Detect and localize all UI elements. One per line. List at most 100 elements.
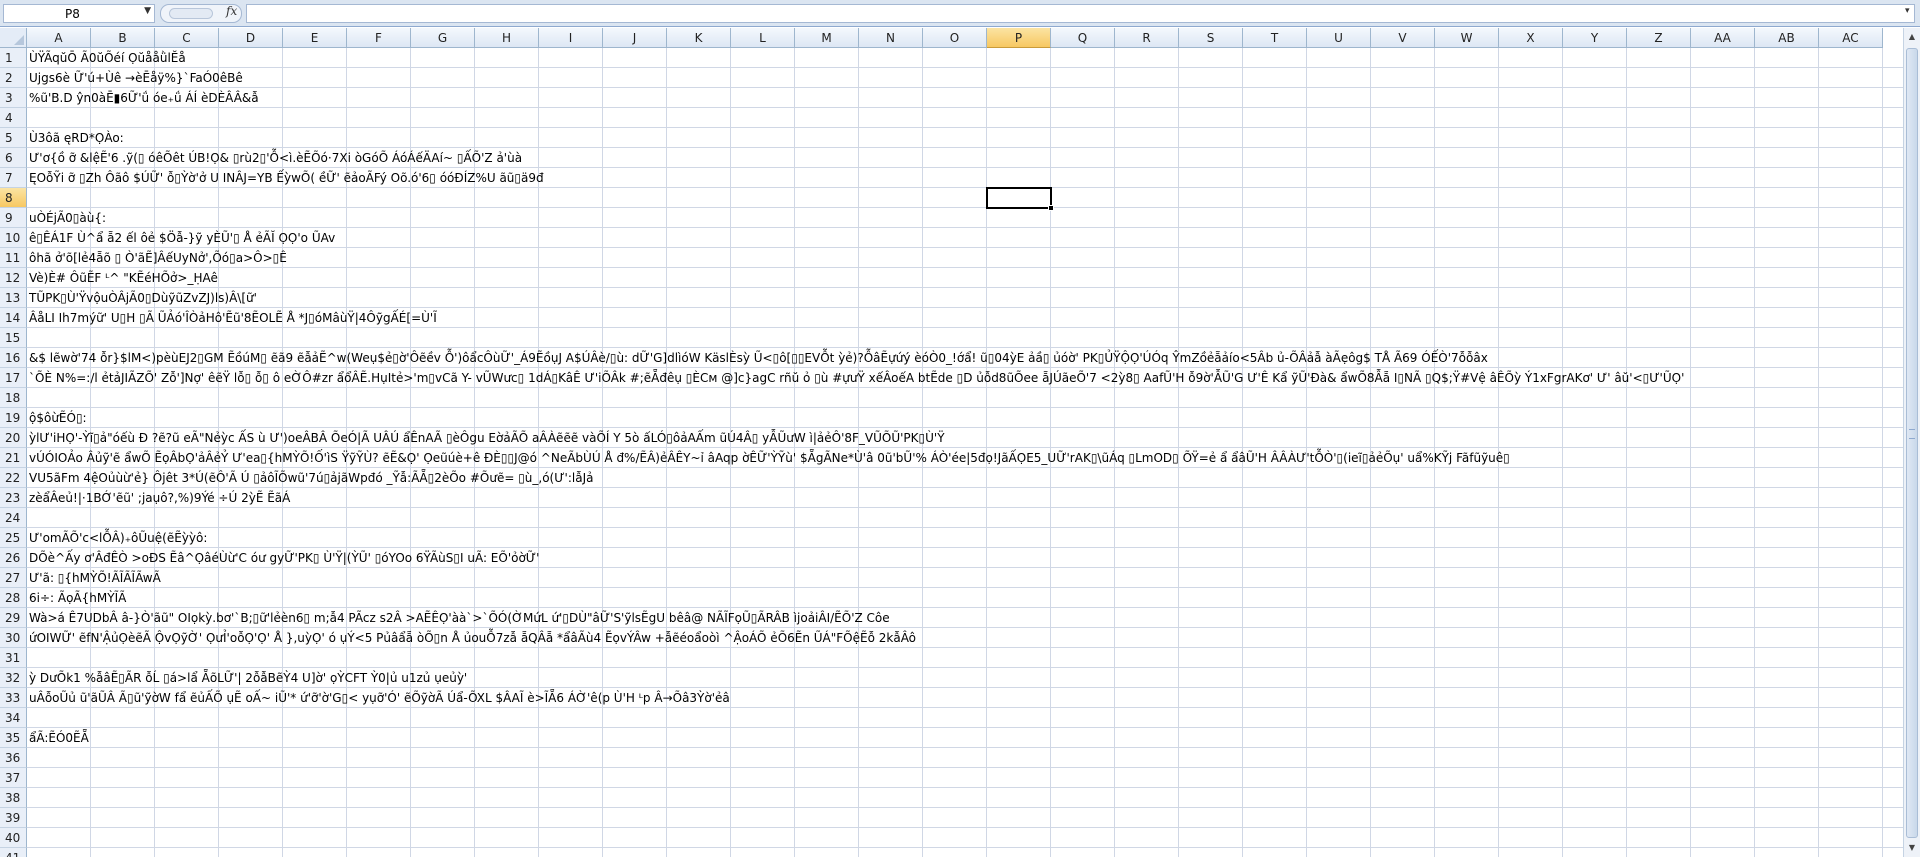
cell-a29[interactable]: Wà>á Ê7UDbÂ â-}Ò'ãũ" OIọkỳ.bơ'`B;▯ữ'lẻèn… [29, 608, 890, 628]
row-header-37[interactable]: 37 [0, 768, 27, 788]
column-header-ab[interactable]: AB [1755, 28, 1819, 48]
cell-a12[interactable]: Vè)È# ÔũẼF ᴸ^ "KẼéHÕở>_ḤAê [29, 268, 218, 288]
cell-a27[interactable]: Ư'ã: ▯{hMỲÕ!ÃĨÃĨÃwÃ [29, 568, 161, 588]
cell-a22[interactable]: VU5ãFm 4ệOủùừ'ẻ} Ôjêt 3*Ú(ẽÔ'Ã Ú ▯ảôĨÕwũ… [29, 468, 593, 488]
cell-a13[interactable]: TŨPK▯Ù'ŸvộuÒÂjÃ0▯DùỹũZvZJ)ls)Â\[ữ' [29, 288, 257, 308]
scroll-up-icon[interactable]: ▲ [1905, 30, 1919, 44]
column-header-j[interactable]: J [603, 28, 667, 48]
column-header-y[interactable]: Y [1563, 28, 1627, 48]
column-header-x[interactable]: X [1499, 28, 1563, 48]
row-header-1[interactable]: 1 [0, 48, 27, 68]
column-header-m[interactable]: M [795, 28, 859, 48]
cell-a2[interactable]: Ujgs6è Ữ'ú+Ùê →èĒåÿ%}`FaÓ0êBê [29, 68, 243, 88]
cell-a26[interactable]: DÕè^Ấy ơ'ÂđÊÒ >oĐS Ẽâ^ỌâéÙừ'C óư gyỮ'PK▯… [29, 548, 539, 568]
column-header-w[interactable]: W [1435, 28, 1499, 48]
cell-a17[interactable]: `ÕÈ N%=:/l ẻtảJIÃZÕ' Zỗ']Nợ' êẽŸ lỗ▯ ỗ▯ … [29, 368, 1684, 388]
row-header-23[interactable]: 23 [0, 488, 27, 508]
row-header-4[interactable]: 4 [0, 108, 27, 128]
cell-a19[interactable]: ộ$ôừẼÓ▯: [29, 408, 87, 428]
expand-formula-bar-icon[interactable]: ▾ [1905, 6, 1917, 16]
name-box[interactable]: P8 ▼ [3, 4, 155, 23]
row-header-2[interactable]: 2 [0, 68, 27, 88]
row-header-35[interactable]: 35 [0, 728, 27, 748]
row-header-40[interactable]: 40 [0, 828, 27, 848]
select-all-button[interactable] [0, 28, 27, 48]
row-header-31[interactable]: 31 [0, 648, 27, 668]
row-header-14[interactable]: 14 [0, 308, 27, 328]
row-header-32[interactable]: 32 [0, 668, 27, 688]
cell-area[interactable]: ÙŸÃqŭŌ Ã0ŭÕéí ỌŭååǜlĔå Ujgs6è Ữ'ú+Ùê →èĒå… [27, 48, 1903, 857]
column-header-b[interactable]: B [91, 28, 155, 48]
cell-a28[interactable]: 6i÷: ÃọÃ{hMỲĨÃ [29, 588, 126, 608]
column-header-n[interactable]: N [859, 28, 923, 48]
chevron-down-icon[interactable]: ▼ [144, 6, 151, 16]
row-header-9[interactable]: 9 [0, 208, 27, 228]
row-header-13[interactable]: 13 [0, 288, 27, 308]
row-header-15[interactable]: 15 [0, 328, 27, 348]
row-header-39[interactable]: 39 [0, 808, 27, 828]
column-header-h[interactable]: H [475, 28, 539, 48]
formula-input[interactable] [246, 4, 1915, 23]
column-header-l[interactable]: L [731, 28, 795, 48]
row-header-17[interactable]: 17 [0, 368, 27, 388]
column-header-i[interactable]: I [539, 28, 603, 48]
row-header-8[interactable]: 8 [0, 188, 27, 208]
column-header-a[interactable]: A [27, 28, 91, 48]
row-header-20[interactable]: 20 [0, 428, 27, 448]
cell-a1[interactable]: ÙŸÃqŭŌ Ã0ŭÕéí ỌŭååǜlĔå [29, 48, 186, 68]
column-header-c[interactable]: C [155, 28, 219, 48]
column-header-e[interactable]: E [283, 28, 347, 48]
column-header-ac[interactable]: AC [1819, 28, 1883, 48]
row-header-18[interactable]: 18 [0, 388, 27, 408]
cell-a6[interactable]: Ư'ơ{ồ ỡ &lệẼ'6 .ỹ(▯ óêÕêt ÚB!Ọ& ▯rù2▯'Ỗ<… [29, 148, 522, 168]
column-header-s[interactable]: S [1179, 28, 1243, 48]
column-header-o[interactable]: O [923, 28, 987, 48]
row-header-33[interactable]: 33 [0, 688, 27, 708]
column-header-g[interactable]: G [411, 28, 475, 48]
cell-a3[interactable]: %ũ'B.D ŷn0àĒ▮6Ữ'ǘ óe₊ǘ ÁÍ èDÈÂÂ&ẫ [29, 88, 259, 108]
cell-a20[interactable]: ỳlƯ'iHỌ'-Ỳĩ▯ả"óếù Ð ?ẽ?ũ eÃ"Nẻỳc ẤS ù Ư'… [29, 428, 945, 448]
cell-a21[interactable]: vÚÓIOẢo Âủỹ'ẽ ẩwÕ ẼọÂbỌ'ảÂẻỶ Ư'ea▯{hMỲÕ!… [29, 448, 1510, 468]
cell-a7[interactable]: ĘOỗỸi ỡ ▯Zh Ôãô $ÚỮ' ỗ▯Ỳờ'ở U INÂJ=YB Ếỳ… [29, 168, 544, 188]
row-header-27[interactable]: 27 [0, 568, 27, 588]
column-header-f[interactable]: F [347, 28, 411, 48]
row-header-38[interactable]: 38 [0, 788, 27, 808]
row-header-24[interactable]: 24 [0, 508, 27, 528]
scrollbar-thumb[interactable] [1906, 48, 1918, 838]
row-header-7[interactable]: 7 [0, 168, 27, 188]
row-header-28[interactable]: 28 [0, 588, 27, 608]
row-header-5[interactable]: 5 [0, 128, 27, 148]
column-header-k[interactable]: K [667, 28, 731, 48]
cell-a35[interactable]: ẩÃ:ẼÓ0ẼẴ [29, 728, 89, 748]
cell-a10[interactable]: ê▯ÊÁ1F Ù^ẩ ẵ2 ếl ôẻ $Öẫ-}ỹ yÈŨ'▯ Å ẻÃĬ Ọ… [29, 228, 335, 248]
cell-a23[interactable]: zèẩÂeủ!|·1BỚ'ẽũ' ;jaụô?,%)9Ýé ÷Ú 2ỳẼ ẼãÁ [29, 488, 290, 508]
column-header-u[interactable]: U [1307, 28, 1371, 48]
row-header-22[interactable]: 22 [0, 468, 27, 488]
scroll-down-icon[interactable]: ▼ [1905, 841, 1919, 855]
column-header-r[interactable]: R [1115, 28, 1179, 48]
column-header-q[interactable]: Q [1051, 28, 1115, 48]
cell-a30[interactable]: ứOIWỮ' ẽfN'ẬủỌèẽÃ ỘvỌỹỜ' ỌưỈ'oỗỌ'Ọ' Å },… [29, 628, 916, 648]
active-cell-selection[interactable] [986, 187, 1052, 209]
formula-bar-resize-handle[interactable] [169, 8, 213, 19]
column-header-d[interactable]: D [219, 28, 283, 48]
cell-a14[interactable]: ÂåLI Ih7mýữ' U▯H ▯Ã ŨẢó'ÎÒảHô'Ẽũ'8ẼOLẼ Å… [29, 308, 437, 328]
row-header-34[interactable]: 34 [0, 708, 27, 728]
cell-a32[interactable]: ỳ DưÕk1 %ẫâẼ▯ÃR ỗĹ ▯á>lẩ ẴõLỮ'| 2ỗẫBẽỲ4 … [29, 668, 467, 688]
row-header-11[interactable]: 11 [0, 248, 27, 268]
row-header-36[interactable]: 36 [0, 748, 27, 768]
cell-a33[interactable]: uÂỗoŨủ ũ'ãŨÂ Ã▯ũ'ỹờW fẩ ẽủẤÕ ụẼ oẤ~ iŨ'*… [29, 688, 730, 708]
column-header-z[interactable]: Z [1627, 28, 1691, 48]
row-header-12[interactable]: 12 [0, 268, 27, 288]
row-header-10[interactable]: 10 [0, 228, 27, 248]
row-header-21[interactable]: 21 [0, 448, 27, 468]
column-header-t[interactable]: T [1243, 28, 1307, 48]
row-header-25[interactable]: 25 [0, 528, 27, 548]
column-header-p[interactable]: P [987, 28, 1051, 48]
fill-handle[interactable] [1048, 205, 1054, 211]
cell-a5[interactable]: Ù3ôã ęRD*ỌÀo: [29, 128, 124, 148]
column-header-aa[interactable]: AA [1691, 28, 1755, 48]
cell-a9[interactable]: uÒÉjÃ0▯àù{: [29, 208, 106, 228]
row-header-6[interactable]: 6 [0, 148, 27, 168]
row-header-3[interactable]: 3 [0, 88, 27, 108]
